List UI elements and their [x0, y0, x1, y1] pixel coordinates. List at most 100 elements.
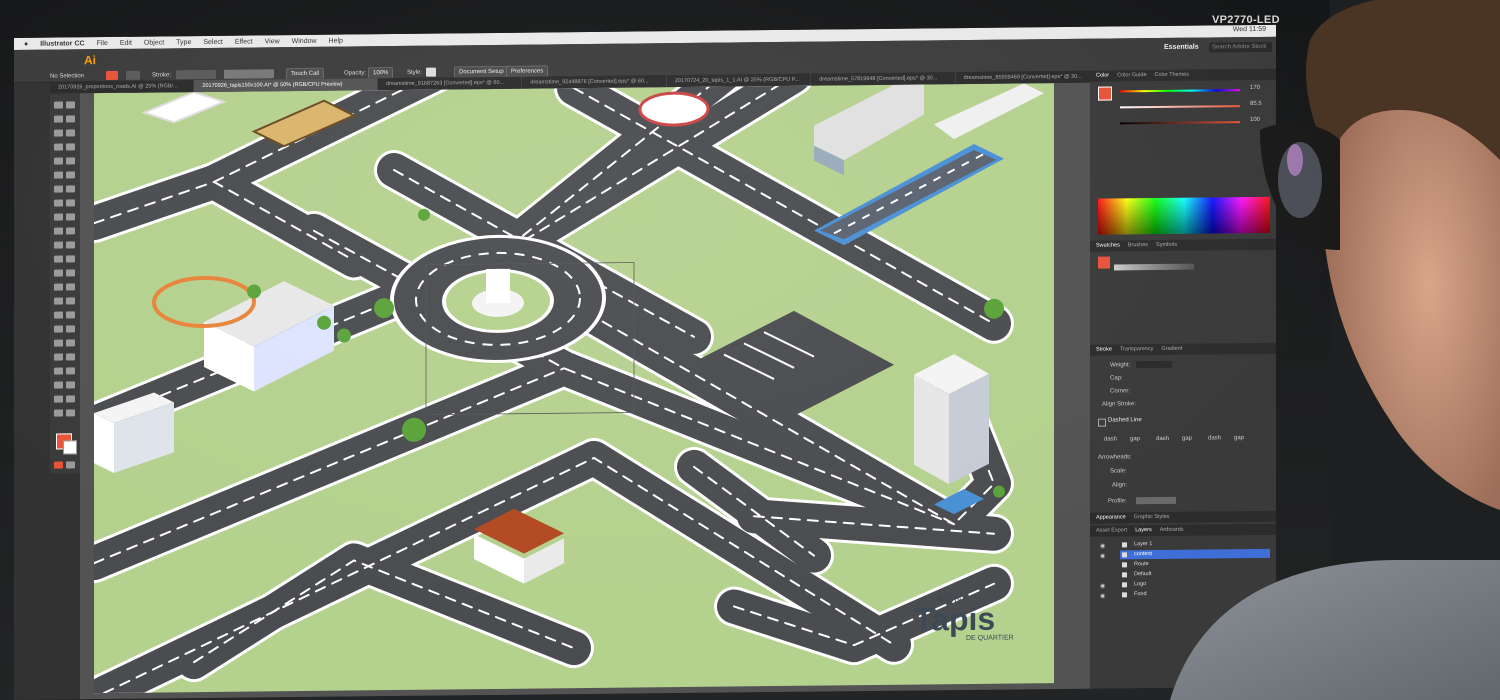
logo-tapis-text: Tapis — [914, 601, 995, 638]
variable-width-field[interactable] — [224, 69, 274, 79]
tab-swatches[interactable]: Swatches — [1096, 240, 1120, 251]
hand-tool-icon[interactable] — [54, 283, 63, 291]
menu-object[interactable]: Object — [144, 39, 164, 46]
warp-tool-icon[interactable] — [54, 311, 63, 319]
eyedropper-tool-icon[interactable] — [54, 241, 63, 249]
stroke-cap-label: Cap: — [1110, 375, 1123, 382]
direct-selection-tool-icon[interactable] — [66, 101, 75, 109]
tab-asset-export[interactable]: Asset Export — [1096, 525, 1127, 536]
tab-appearance[interactable]: Appearance — [1096, 512, 1126, 523]
eye-icon[interactable]: ◉ — [1100, 593, 1105, 600]
join-tool-icon[interactable] — [66, 339, 75, 347]
measure-tool-icon[interactable] — [54, 325, 63, 333]
menu-select[interactable]: Select — [203, 38, 222, 45]
menu-view[interactable]: View — [265, 38, 280, 45]
artboard[interactable]: MON Tapis DE QUARTIER — [80, 82, 1054, 700]
profile-label: Profile: — [1108, 498, 1127, 505]
puppet-warp-tool-icon[interactable] — [66, 325, 75, 333]
menu-help[interactable]: Help — [329, 37, 343, 44]
width-tool-icon[interactable] — [54, 199, 63, 207]
selection-tool-icon[interactable] — [54, 101, 63, 109]
rotate-tool-icon[interactable] — [54, 185, 63, 193]
menu-file[interactable]: File — [97, 40, 108, 47]
column-graph-tool-icon[interactable] — [66, 255, 75, 263]
rectangle-tool-icon[interactable] — [54, 157, 63, 165]
layer-thumbnail — [1122, 582, 1127, 588]
stroke-weight-field[interactable] — [176, 69, 216, 80]
apple-icon[interactable]: ● — [24, 40, 28, 47]
gap-label-1: gap — [1130, 436, 1141, 443]
layer-thumbnail — [1122, 592, 1127, 598]
arrow-align-label: Align: — [1112, 482, 1128, 489]
roundabout — [390, 234, 606, 363]
blend-tool-icon[interactable] — [66, 241, 75, 249]
person-foreground — [1170, 0, 1500, 700]
artboard-tool-icon[interactable] — [54, 269, 63, 277]
eye-icon[interactable]: ◉ — [1100, 583, 1105, 590]
tab-color[interactable]: Color — [1096, 71, 1109, 82]
style-label: Style: — [407, 69, 423, 76]
road-network — [80, 82, 1014, 700]
stroke-color-chip[interactable] — [126, 70, 140, 80]
smooth-tool-icon[interactable] — [66, 353, 75, 361]
carousel — [638, 91, 710, 127]
spiral-tool-icon[interactable] — [66, 395, 75, 403]
menu-effect[interactable]: Effect — [235, 38, 253, 45]
line-tool-icon[interactable] — [66, 143, 75, 151]
type-tool-icon[interactable] — [54, 143, 63, 151]
pencil-tool-icon[interactable] — [54, 171, 63, 179]
perspective-grid-tool-icon[interactable] — [66, 213, 75, 221]
menu-window[interactable]: Window — [292, 37, 317, 44]
flare-tool-icon[interactable] — [66, 381, 75, 389]
selection-status: No Selection — [50, 73, 85, 80]
canvas-area[interactable]: MON Tapis DE QUARTIER — [80, 82, 1090, 700]
pen-tool-icon[interactable] — [54, 129, 63, 137]
shape-builder-tool-icon[interactable] — [54, 213, 63, 221]
eraser-alt-tool-icon[interactable] — [54, 353, 63, 361]
airport-terminal — [814, 84, 924, 176]
stroke-swatch[interactable] — [63, 440, 77, 455]
gradient-mode-icon[interactable] — [66, 461, 75, 469]
symbol-sprayer-tool-icon[interactable] — [54, 255, 63, 263]
dashed-line-checkbox[interactable] — [1098, 418, 1106, 427]
layer-thumbnail — [1122, 572, 1127, 578]
paintbrush-tool-icon[interactable] — [66, 157, 75, 165]
fill-color-chip[interactable] — [106, 70, 118, 81]
magic-wand-tool-icon[interactable] — [54, 115, 63, 123]
polygon-tool-icon[interactable] — [66, 367, 75, 375]
eye-icon[interactable]: ◉ — [1100, 543, 1105, 550]
swatch-fill[interactable] — [1098, 256, 1110, 269]
tab-stroke[interactable]: Stroke — [1096, 345, 1112, 356]
grid-tool-icon[interactable] — [54, 409, 63, 417]
menu-type[interactable]: Type — [176, 39, 191, 46]
menu-edit[interactable]: Edit — [120, 39, 132, 46]
mesh-tool-icon[interactable] — [54, 227, 63, 235]
layer-thumbnail — [1122, 542, 1127, 548]
screen: ● Illustrator CC File Edit Object Type S… — [14, 24, 1276, 700]
stroke-weight-label: Weight: — [1110, 362, 1131, 369]
live-paint-tool-icon[interactable] — [66, 311, 75, 319]
curvature-tool-icon[interactable] — [66, 129, 75, 137]
polar-grid-tool-icon[interactable] — [66, 409, 75, 417]
color-mode-icon[interactable] — [54, 461, 63, 469]
scale-tool-icon[interactable] — [66, 185, 75, 193]
lasso-tool-icon[interactable] — [66, 115, 75, 123]
free-transform-tool-icon[interactable] — [66, 199, 75, 207]
color-panel-fill-swatch[interactable] — [1098, 86, 1112, 101]
style-swatch[interactable] — [426, 67, 436, 77]
shaper-tool-icon[interactable] — [54, 339, 63, 347]
scissors-tool-icon[interactable] — [66, 297, 75, 305]
slice-tool-icon[interactable] — [66, 269, 75, 277]
zoom-tool-icon[interactable] — [66, 283, 75, 291]
dashed-line-label: Dashed Line — [1108, 417, 1142, 424]
ellipse-tool-icon[interactable] — [54, 367, 63, 375]
dash-label-1: dash — [1104, 436, 1118, 443]
gradient-tool-icon[interactable] — [66, 227, 75, 235]
arc-tool-icon[interactable] — [54, 395, 63, 403]
knife-tool-icon[interactable] — [54, 297, 63, 305]
eye-icon[interactable]: ◉ — [1100, 553, 1105, 560]
star-tool-icon[interactable] — [54, 381, 63, 389]
app-menu[interactable]: Illustrator CC — [40, 40, 84, 47]
opacity-label: Opacity: — [344, 70, 367, 77]
eraser-tool-icon[interactable] — [66, 171, 75, 179]
